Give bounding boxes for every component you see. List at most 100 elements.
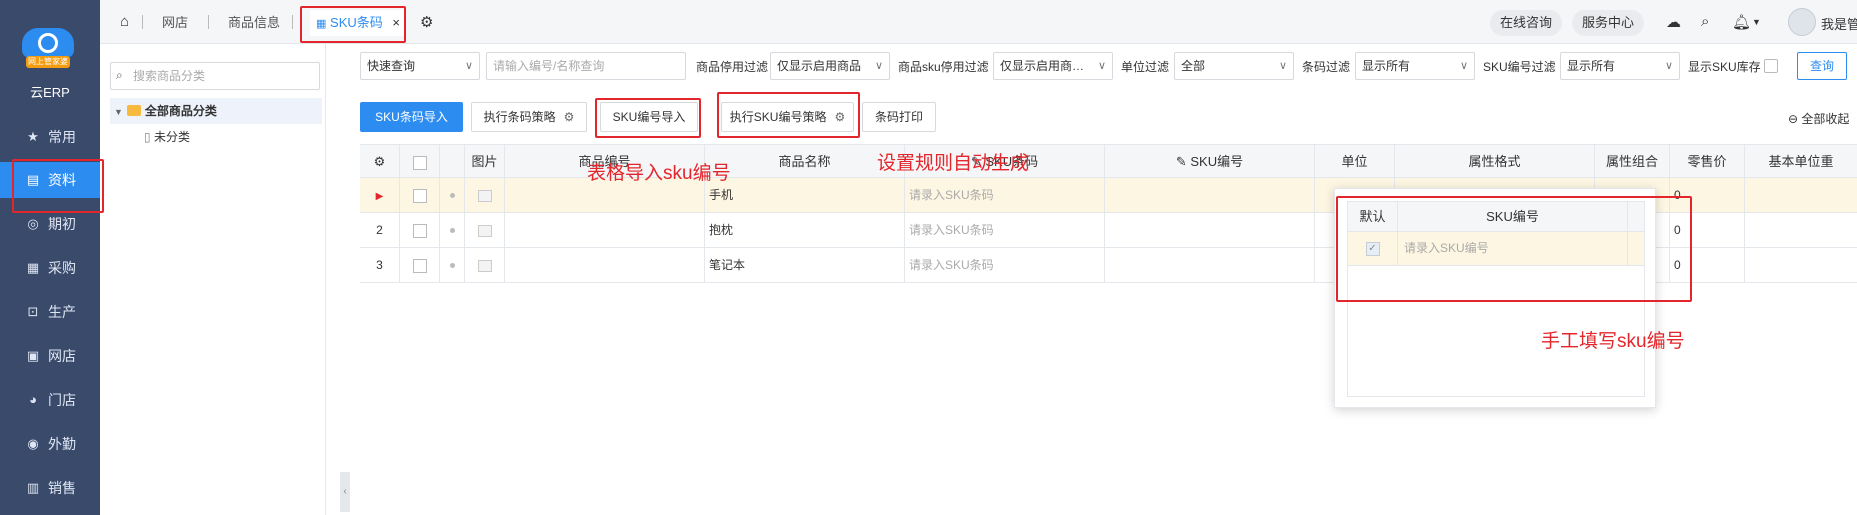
- row-base-unit: [1745, 248, 1857, 282]
- caret-down-icon[interactable]: ▼: [1752, 17, 1761, 27]
- import-barcode-button[interactable]: SKU条码导入: [360, 102, 463, 132]
- nav-item-label: 门店: [48, 392, 76, 408]
- username[interactable]: 我是管: [1821, 14, 1857, 33]
- sku-disable-label: 商品sku停用过滤: [898, 60, 989, 74]
- popup-row-scroll: [1628, 232, 1644, 265]
- print-barcode-button[interactable]: 条码打印: [862, 102, 936, 132]
- row-barcode-input[interactable]: 请录入SKU条码: [905, 178, 1105, 212]
- unit-filter-select[interactable]: 全部 ∨: [1174, 52, 1294, 80]
- annotation-auto-rule: 设置规则自动生成: [877, 153, 1030, 174]
- column-settings-gear-icon[interactable]: ⚙: [360, 145, 400, 177]
- service-center-button[interactable]: 服务中心: [1572, 10, 1645, 36]
- row-checkbox-cell[interactable]: [400, 178, 440, 212]
- nav-item-common[interactable]: ★ 常用: [0, 119, 100, 155]
- nav-item-purchase[interactable]: ▦ 采购: [0, 250, 100, 286]
- show-stock-label: 显示SKU库存: [1688, 60, 1761, 74]
- popup-header-scroll: [1628, 202, 1644, 231]
- tab-shop[interactable]: 网店: [162, 10, 188, 36]
- row-barcode-input[interactable]: 请录入SKU条码: [905, 248, 1105, 282]
- row-code: [505, 213, 705, 247]
- category-uncategorized[interactable]: ▯ 未分类: [110, 124, 322, 150]
- online-consult-button[interactable]: 在线咨询: [1490, 10, 1563, 36]
- row-skuno[interactable]: [1105, 178, 1315, 212]
- logo-text: 云ERP: [30, 85, 70, 100]
- import-skuno-button[interactable]: SKU编号导入: [600, 102, 698, 132]
- category-root[interactable]: ▼ 全部商品分类: [110, 98, 322, 124]
- header-attr-format[interactable]: 属性格式: [1395, 145, 1595, 177]
- row-checkbox[interactable]: [412, 258, 427, 273]
- avatar[interactable]: [1788, 8, 1816, 36]
- skuno-filter-label: SKU编号过滤: [1483, 60, 1556, 74]
- row-name: 抱枕: [705, 213, 905, 247]
- header-skuno[interactable]: ✎ SKU编号: [1105, 145, 1315, 177]
- tab-sku-barcode[interactable]: ▦ SKU条码 ×: [310, 10, 406, 36]
- header-unit[interactable]: 单位: [1315, 145, 1395, 177]
- popup-skuno-input[interactable]: 请录入SKU编号: [1398, 232, 1628, 265]
- quick-query-select[interactable]: 快速查询 ∨: [360, 52, 480, 80]
- category-panel: 搜索商品分类 ⌕ ▼ 全部商品分类 ▯ 未分类: [100, 44, 326, 515]
- skuno-filter-select[interactable]: 显示所有 ∨: [1560, 52, 1680, 80]
- search-icon[interactable]: ⌕: [1701, 13, 1709, 30]
- sku-disable-select[interactable]: 仅显示启用商… ∨: [993, 52, 1113, 80]
- nav-item-label: 生产: [48, 304, 76, 320]
- exec-barcode-strategy-button[interactable]: 执行条码策略 ⚙: [471, 102, 587, 132]
- row-indicator: ▶: [360, 178, 400, 212]
- chevron-down-icon: ∨: [874, 60, 883, 72]
- category-search-input[interactable]: 搜索商品分类: [110, 62, 320, 90]
- header-retail-price[interactable]: 零售价: [1670, 145, 1745, 177]
- close-icon[interactable]: ×: [392, 15, 400, 30]
- row-dot: [440, 248, 465, 282]
- row-skuno[interactable]: [1105, 248, 1315, 282]
- nav-item-data[interactable]: ▤ 资料: [0, 162, 100, 198]
- header-name[interactable]: 商品名称: [705, 145, 905, 177]
- category-root-label: 全部商品分类: [144, 104, 217, 118]
- app-root: 网上管家婆 云ERP ★ 常用 ▤ 资料 ◎ 期初 ▦ 采购 ⊡ 生产 ▣ 网店…: [0, 0, 1857, 515]
- row-barcode-input[interactable]: 请录入SKU条码: [905, 213, 1105, 247]
- panel-collapse-handle[interactable]: ‹: [340, 472, 350, 512]
- header-base-unit[interactable]: 基本单位重: [1745, 145, 1857, 177]
- gear-icon[interactable]: ⚙: [564, 110, 575, 124]
- exec-skuno-strategy-button[interactable]: 执行SKU编号策略 ⚙: [721, 102, 854, 132]
- nav-item-shop[interactable]: ▣ 网店: [0, 338, 100, 374]
- cloud-logo-icon: [22, 28, 74, 58]
- row-skuno[interactable]: [1105, 213, 1315, 247]
- row-name: 手机: [705, 178, 905, 212]
- popup-row[interactable]: ✓ 请录入SKU编号: [1348, 232, 1644, 266]
- nav-item-label: 期初: [48, 216, 76, 232]
- collapse-all-button[interactable]: ⊖ 全部收起: [1788, 110, 1849, 127]
- row-dot: [440, 213, 465, 247]
- row-checkbox[interactable]: [412, 188, 427, 203]
- goods-disable-select[interactable]: 仅显示启用商品 ∨: [770, 52, 890, 80]
- gear-icon[interactable]: ⚙: [834, 110, 845, 124]
- bell-icon[interactable]: 🔔︎: [1732, 13, 1751, 31]
- barcode-filter-select[interactable]: 显示所有 ∨: [1355, 52, 1475, 80]
- tab-goods-info[interactable]: 商品信息: [228, 10, 280, 36]
- row-checkbox-cell[interactable]: [400, 213, 440, 247]
- show-stock-checkbox[interactable]: [1764, 59, 1778, 73]
- cloud-download-icon[interactable]: ☁: [1666, 13, 1681, 31]
- folder-icon: [126, 105, 141, 116]
- chevron-down-icon: ∨: [1459, 60, 1468, 72]
- row-checkbox[interactable]: [412, 223, 427, 238]
- search-input[interactable]: 请输入编号/名称查询: [486, 52, 686, 80]
- target-icon: ◎: [27, 216, 39, 231]
- select-all-cell[interactable]: [400, 145, 440, 177]
- popup-default-cell[interactable]: ✓: [1348, 232, 1398, 265]
- chevron-down-icon: ∨: [1097, 60, 1106, 72]
- header-attr-combo[interactable]: 属性组合: [1595, 145, 1670, 177]
- select-all-checkbox[interactable]: [412, 155, 427, 170]
- nav-item-sales[interactable]: ▥ 销售: [0, 470, 100, 506]
- chevron-down-icon: ∨: [464, 60, 473, 72]
- nav-item-store[interactable]: ◕ 门店: [0, 382, 100, 418]
- caret-down-icon[interactable]: ▼: [114, 107, 123, 117]
- row-checkbox-cell[interactable]: [400, 248, 440, 282]
- gear-icon[interactable]: ⚙: [420, 13, 433, 31]
- header-blank: [440, 145, 465, 177]
- nav-item-initial[interactable]: ◎ 期初: [0, 206, 100, 242]
- row-code: [505, 248, 705, 282]
- default-checkbox[interactable]: ✓: [1365, 241, 1380, 256]
- nav-item-field[interactable]: ◉ 外勤: [0, 426, 100, 462]
- query-button[interactable]: 查询: [1797, 52, 1847, 80]
- home-icon[interactable]: ⌂: [120, 13, 129, 30]
- nav-item-production[interactable]: ⊡ 生产: [0, 294, 100, 330]
